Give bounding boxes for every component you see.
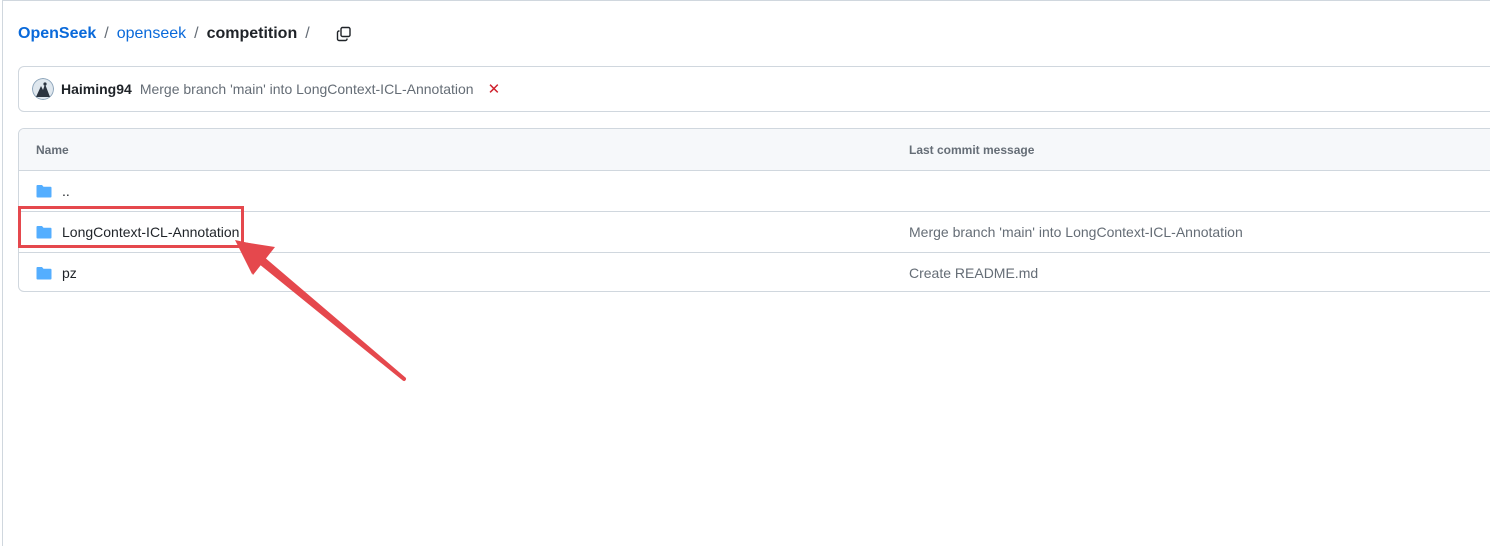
folder-icon — [36, 226, 52, 239]
table-row-pz[interactable]: pz Create README.md — [19, 253, 1490, 291]
commit-author-link[interactable]: Haiming94 — [61, 81, 132, 97]
breadcrumb-owner-link[interactable]: OpenSeek — [18, 25, 96, 43]
breadcrumb-separator: / — [305, 25, 310, 42]
table-row-longcontext-icl-annotation[interactable]: LongContext-ICL-Annotation Merge branch … — [19, 212, 1490, 253]
breadcrumb: OpenSeek / openseek / competition / — [18, 22, 358, 46]
breadcrumb-repo-link[interactable]: openseek — [117, 25, 186, 43]
folder-icon — [36, 267, 52, 280]
failed-status-icon[interactable]: ✕ — [488, 80, 501, 98]
table-row-parent-directory[interactable]: .. — [19, 171, 1490, 212]
folder-icon — [36, 185, 52, 198]
file-list-table: Name Last commit message .. LongContext-… — [18, 128, 1490, 292]
column-header-name: Name — [36, 143, 69, 157]
author-avatar[interactable] — [32, 78, 54, 100]
commit-message-link[interactable]: Merge branch 'main' into LongContext-ICL… — [140, 81, 474, 97]
table-header: Name Last commit message — [19, 129, 1490, 171]
breadcrumb-separator: / — [194, 25, 199, 42]
file-name-link[interactable]: pz — [62, 265, 77, 281]
commit-message-link[interactable]: Create README.md — [909, 265, 1038, 281]
copy-path-button[interactable] — [330, 20, 358, 48]
column-header-last-commit-message: Last commit message — [909, 143, 1035, 157]
latest-commit-bar: Haiming94 Merge branch 'main' into LongC… — [18, 66, 1490, 112]
file-name-link[interactable]: .. — [62, 183, 70, 199]
breadcrumb-separator: / — [104, 25, 109, 42]
copy-icon — [336, 26, 351, 42]
breadcrumb-current-folder: competition — [206, 25, 298, 42]
commit-message-link[interactable]: Merge branch 'main' into LongContext-ICL… — [909, 224, 1243, 240]
file-name-link[interactable]: LongContext-ICL-Annotation — [62, 224, 239, 240]
